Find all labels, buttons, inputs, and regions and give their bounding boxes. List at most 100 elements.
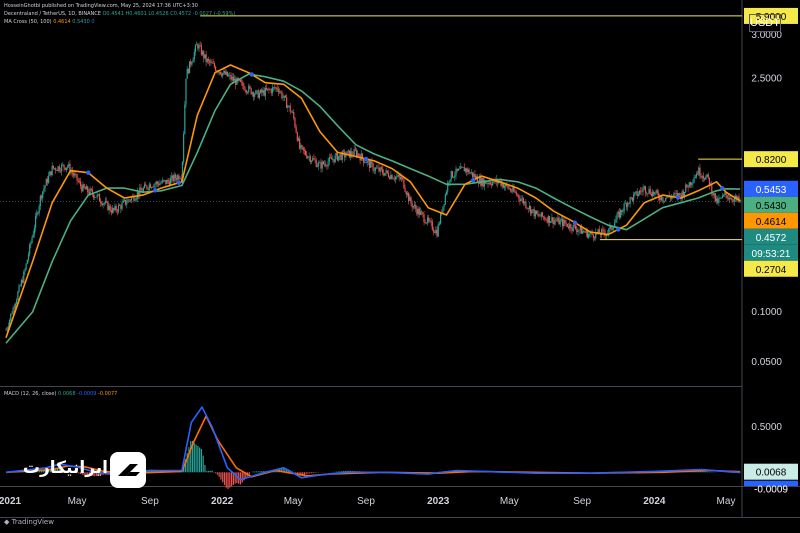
- candle-body: [48, 175, 50, 183]
- time-axis-tick: Sep: [141, 496, 159, 507]
- candle-body: [340, 154, 342, 160]
- candle-body: [328, 157, 330, 162]
- candle-body: [518, 194, 520, 199]
- candle-body: [611, 228, 613, 230]
- candle-body: [462, 167, 464, 168]
- candle-body: [538, 213, 540, 216]
- candle-body: [589, 233, 591, 235]
- time-axis-tick: 2022: [211, 496, 234, 507]
- candle-body: [96, 194, 98, 198]
- candle-body: [315, 160, 317, 167]
- candle-body: [572, 224, 574, 231]
- candle-body: [630, 197, 632, 198]
- candle-body: [522, 198, 525, 204]
- candle-body: [409, 197, 411, 201]
- candle-body: [488, 182, 490, 184]
- candle-body: [288, 105, 290, 107]
- candle-body: [88, 191, 90, 194]
- candle-body: [588, 233, 590, 238]
- candle-body: [464, 168, 467, 172]
- candle-body: [685, 184, 687, 193]
- candle-body: [435, 229, 437, 233]
- candle-body: [379, 167, 381, 172]
- macd-line-value: -0.0009: [77, 391, 97, 397]
- candle-body: [453, 177, 455, 178]
- candle-body: [385, 170, 387, 173]
- candle-body: [45, 179, 47, 186]
- time-axis-tick: Sep: [357, 496, 375, 507]
- ma-legend[interactable]: MA Cross (50, 100) 0.4614 0.5430 0: [4, 19, 95, 25]
- candle-body: [725, 193, 727, 195]
- candle-body: [97, 194, 99, 195]
- candle-body: [261, 89, 263, 93]
- candle-body: [501, 183, 503, 186]
- candle-body: [77, 180, 79, 182]
- candle-body: [404, 188, 406, 192]
- candle-body: [706, 174, 708, 177]
- candle-body: [243, 86, 245, 91]
- candle-body: [577, 230, 579, 233]
- candle-body: [283, 95, 285, 98]
- candle-body: [474, 174, 476, 178]
- candle-body: [191, 62, 193, 65]
- candle-body: [85, 186, 88, 190]
- candle-body: [650, 193, 652, 197]
- candle-body: [364, 162, 366, 164]
- candle-body: [583, 230, 585, 232]
- candle-body: [696, 173, 699, 175]
- candle-body: [260, 89, 262, 93]
- candle-body: [546, 219, 548, 223]
- candle-body: [358, 153, 360, 157]
- currency-button[interactable]: USDT: [749, 14, 781, 32]
- candle-body: [458, 168, 461, 170]
- candle-body: [129, 200, 131, 201]
- candle-body: [723, 195, 725, 196]
- candle-body: [503, 186, 506, 188]
- candle-body: [728, 198, 731, 200]
- candle-body: [552, 217, 554, 225]
- candle-body: [187, 68, 189, 74]
- candle-body: [326, 165, 328, 167]
- candle-body: [72, 173, 75, 176]
- candle-body: [113, 208, 115, 211]
- candle-body: [471, 172, 474, 177]
- candle-body: [194, 45, 197, 52]
- candle-body: [33, 227, 36, 234]
- candle-body: [390, 174, 392, 179]
- candle-body: [23, 271, 25, 283]
- candle-body: [52, 165, 54, 169]
- macd-legend[interactable]: MACD (12, 26, close) 0.0068 -0.0009 -0.0…: [4, 391, 117, 397]
- candle-body: [11, 313, 13, 315]
- candle-body: [389, 176, 391, 179]
- candle-body: [556, 220, 558, 222]
- candle-body: [222, 72, 224, 76]
- candle-body: [405, 191, 407, 195]
- candle-body: [431, 221, 433, 230]
- symbol-title[interactable]: Decentraland / TetherUS, 1D, BINANCE: [4, 11, 101, 17]
- candle-body: [345, 155, 347, 158]
- candle-body: [689, 182, 692, 185]
- candle-body: [207, 59, 210, 61]
- candle-body: [687, 187, 689, 188]
- candle-body: [12, 307, 14, 314]
- candle-body: [309, 156, 311, 162]
- time-axis-tick: May: [717, 496, 736, 507]
- candle-body: [220, 74, 223, 76]
- candle-body: [173, 174, 175, 182]
- candle-body: [289, 105, 291, 112]
- candle-body: [702, 176, 705, 179]
- candle-body: [29, 244, 31, 255]
- candle-body: [515, 192, 517, 195]
- candle-body: [278, 91, 281, 93]
- footer-text: TradingView: [11, 518, 54, 526]
- candle-body: [37, 212, 39, 214]
- candle-body: [487, 182, 489, 184]
- candle-body: [30, 242, 32, 245]
- candle-body: [415, 204, 417, 209]
- ma-cross-marker: [176, 180, 182, 185]
- candle-body: [411, 203, 413, 208]
- candle-body: [550, 221, 552, 223]
- candle-body: [199, 45, 201, 46]
- candle-body: [634, 192, 636, 195]
- candle-body: [721, 195, 724, 199]
